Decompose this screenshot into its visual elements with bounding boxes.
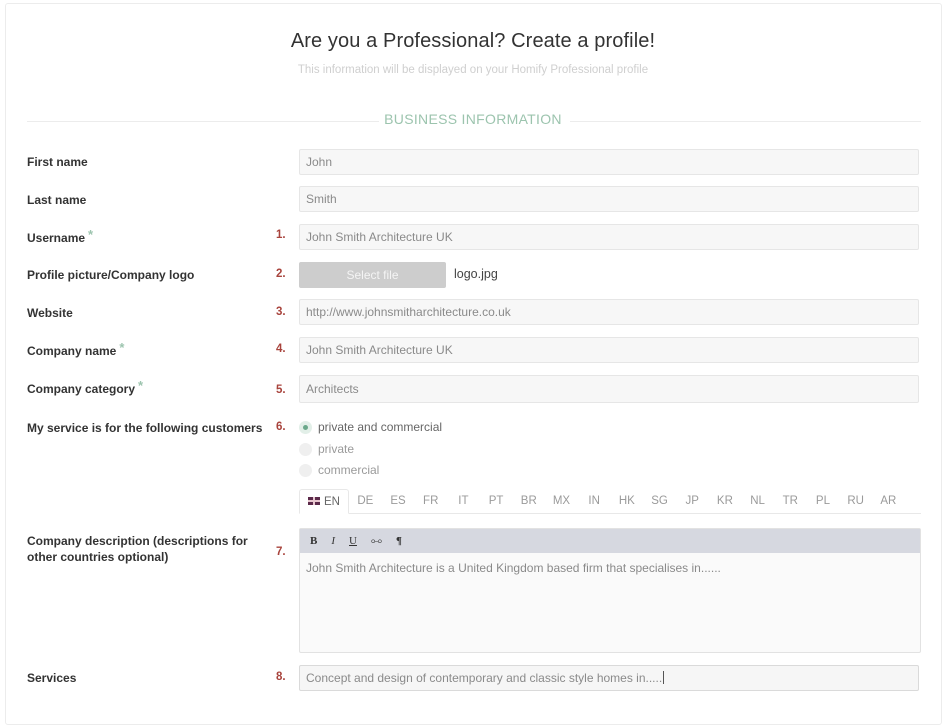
required-asterisk: * [88, 227, 94, 242]
first-name-input[interactable] [299, 149, 919, 175]
tab-de[interactable]: DE [349, 489, 382, 513]
tab-pl[interactable]: PL [807, 489, 840, 513]
tab-hk[interactable]: HK [611, 489, 644, 513]
company-name-label-text: Company name [27, 344, 117, 358]
tab-mx[interactable]: MX [545, 489, 578, 513]
page-title: Are you a Professional? Create a profile… [290, 30, 656, 52]
services-label: Services [27, 671, 77, 685]
tab-pt[interactable]: PT [480, 489, 513, 513]
radio-checked-icon[interactable] [299, 420, 312, 434]
underline-button[interactable]: U [349, 535, 357, 547]
link-icon[interactable]: ⧟ [371, 535, 382, 548]
paragraph-icon[interactable]: ¶ [396, 535, 402, 547]
step-number: 4. [276, 343, 286, 355]
username-input[interactable] [299, 224, 919, 250]
step-number: 1. [276, 229, 286, 241]
editor-toolbar: B I U ⧟ ¶ [300, 529, 920, 553]
services-text: Concept and design of contemporary and c… [306, 671, 663, 685]
company-name-input[interactable] [299, 337, 919, 363]
last-name-input[interactable] [299, 186, 919, 212]
website-input[interactable] [299, 299, 919, 325]
tab-in[interactable]: IN [578, 489, 611, 513]
select-file-button[interactable]: Select file [299, 262, 446, 288]
username-label-text: Username [27, 231, 86, 245]
tab-ru[interactable]: RU [839, 489, 872, 513]
step-number: 8. [276, 671, 286, 683]
tab-ar[interactable]: AR [872, 489, 905, 513]
company-category-label-text: Company category [27, 382, 136, 396]
step-number: 3. [276, 306, 286, 318]
selected-file-name: logo.jpg [454, 267, 498, 281]
tab-jp[interactable]: JP [676, 489, 709, 513]
company-name-label: Company name * [27, 340, 125, 359]
description-label: Company description (descriptions for ot… [27, 534, 248, 564]
page-subtitle: This information will be displayed on yo… [297, 64, 649, 76]
description-editor[interactable]: B I U ⧟ ¶ John Smith Architecture is a U… [299, 528, 921, 653]
radio-option-commercial[interactable]: commercial [299, 462, 379, 478]
tab-kr[interactable]: KR [709, 489, 742, 513]
logo-label: Profile picture/Company logo [27, 268, 195, 282]
username-label: Username * [27, 227, 94, 246]
customers-label: My service is for the following customer… [27, 421, 263, 435]
uk-flag-icon [308, 497, 320, 505]
first-name-label: First name [27, 155, 88, 169]
tab-es[interactable]: ES [382, 489, 415, 513]
step-number: 6. [276, 421, 286, 433]
radio-label: commercial [318, 463, 380, 477]
tab-en[interactable]: EN [299, 489, 349, 514]
step-number: 5. [276, 384, 286, 396]
tab-nl[interactable]: NL [741, 489, 774, 513]
radio-label: private and commercial [318, 420, 443, 434]
tab-it[interactable]: IT [447, 489, 480, 513]
radio-label: private [318, 442, 355, 456]
text-caret [663, 671, 665, 684]
description-text[interactable]: John Smith Architecture is a United King… [300, 553, 920, 583]
services-input[interactable]: Concept and design of contemporary and c… [299, 665, 919, 691]
section-divider-right [570, 121, 921, 122]
step-number: 2. [276, 268, 286, 280]
last-name-label: Last name [27, 193, 87, 207]
tab-fr[interactable]: FR [414, 489, 447, 513]
website-label: Website [27, 306, 73, 320]
radio-unchecked-icon[interactable] [299, 463, 312, 477]
step-number: 7. [276, 546, 286, 558]
section-title: BUSINESS INFORMATION [384, 111, 562, 127]
tab-tr[interactable]: TR [774, 489, 807, 513]
bold-button[interactable]: B [310, 535, 317, 547]
radio-option-private[interactable]: private [299, 441, 354, 457]
language-tabs: EN DE ES FR IT PT BR MX IN HK SG JP KR N… [299, 489, 921, 514]
company-category-label: Company category * [27, 378, 144, 397]
radio-option-private-and-commercial[interactable]: private and commercial [299, 419, 442, 435]
tab-br[interactable]: BR [512, 489, 545, 513]
radio-unchecked-icon[interactable] [299, 442, 312, 456]
required-asterisk: * [138, 378, 144, 393]
italic-button[interactable]: I [331, 535, 335, 547]
tab-sg[interactable]: SG [643, 489, 676, 513]
required-asterisk: * [119, 340, 125, 355]
company-category-select[interactable] [299, 375, 919, 403]
